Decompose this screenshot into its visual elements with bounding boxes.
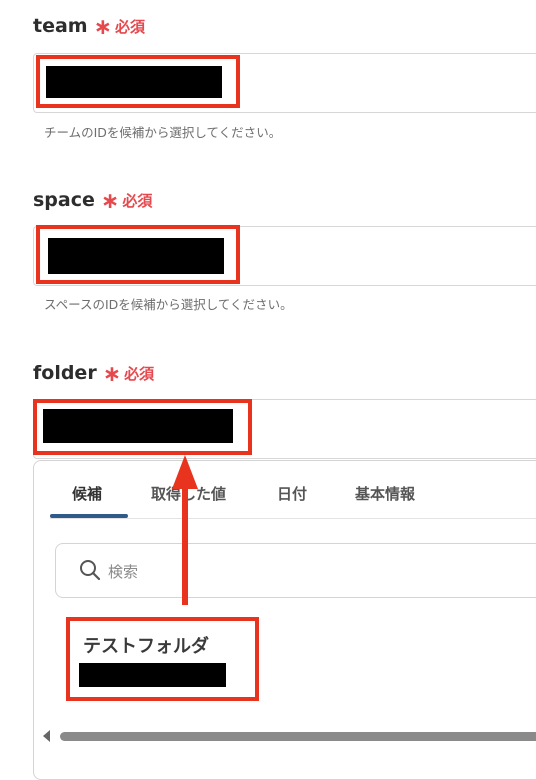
tab-divider — [50, 518, 536, 519]
tab-basic-info[interactable]: 基本情報 — [355, 483, 415, 504]
search-placeholder: 検索 — [108, 563, 139, 581]
search-icon — [78, 558, 102, 582]
annotation-arrow-icon — [172, 455, 198, 605]
scroll-left-icon[interactable] — [43, 730, 50, 742]
tab-candidates[interactable]: 候補 — [72, 483, 102, 504]
team-label: team ∗ 必須 — [33, 15, 146, 40]
required-text: 必須 — [122, 191, 153, 210]
team-highlight — [36, 55, 240, 108]
required-text: 必須 — [124, 364, 155, 383]
horizontal-scrollbar[interactable] — [60, 732, 536, 741]
active-tab-indicator — [50, 514, 128, 518]
folder-highlight — [33, 399, 252, 455]
folder-label-text: folder — [33, 362, 97, 384]
required-star: ∗ — [102, 362, 122, 387]
tab-date[interactable]: 日付 — [277, 483, 307, 504]
team-label-text: team — [33, 15, 88, 37]
required-star: ∗ — [100, 189, 120, 214]
option-highlight — [66, 617, 259, 701]
team-help-text: チームのIDを候補から選択してください。 — [44, 125, 282, 140]
space-label: space ∗ 必須 — [33, 189, 153, 214]
space-label-text: space — [33, 189, 95, 211]
folder-label: folder ∗ 必須 — [33, 362, 155, 387]
required-star: ∗ — [93, 15, 113, 40]
space-help-text: スペースのIDを候補から選択してください。 — [44, 297, 293, 312]
space-highlight — [36, 225, 240, 284]
required-text: 必須 — [115, 17, 146, 36]
